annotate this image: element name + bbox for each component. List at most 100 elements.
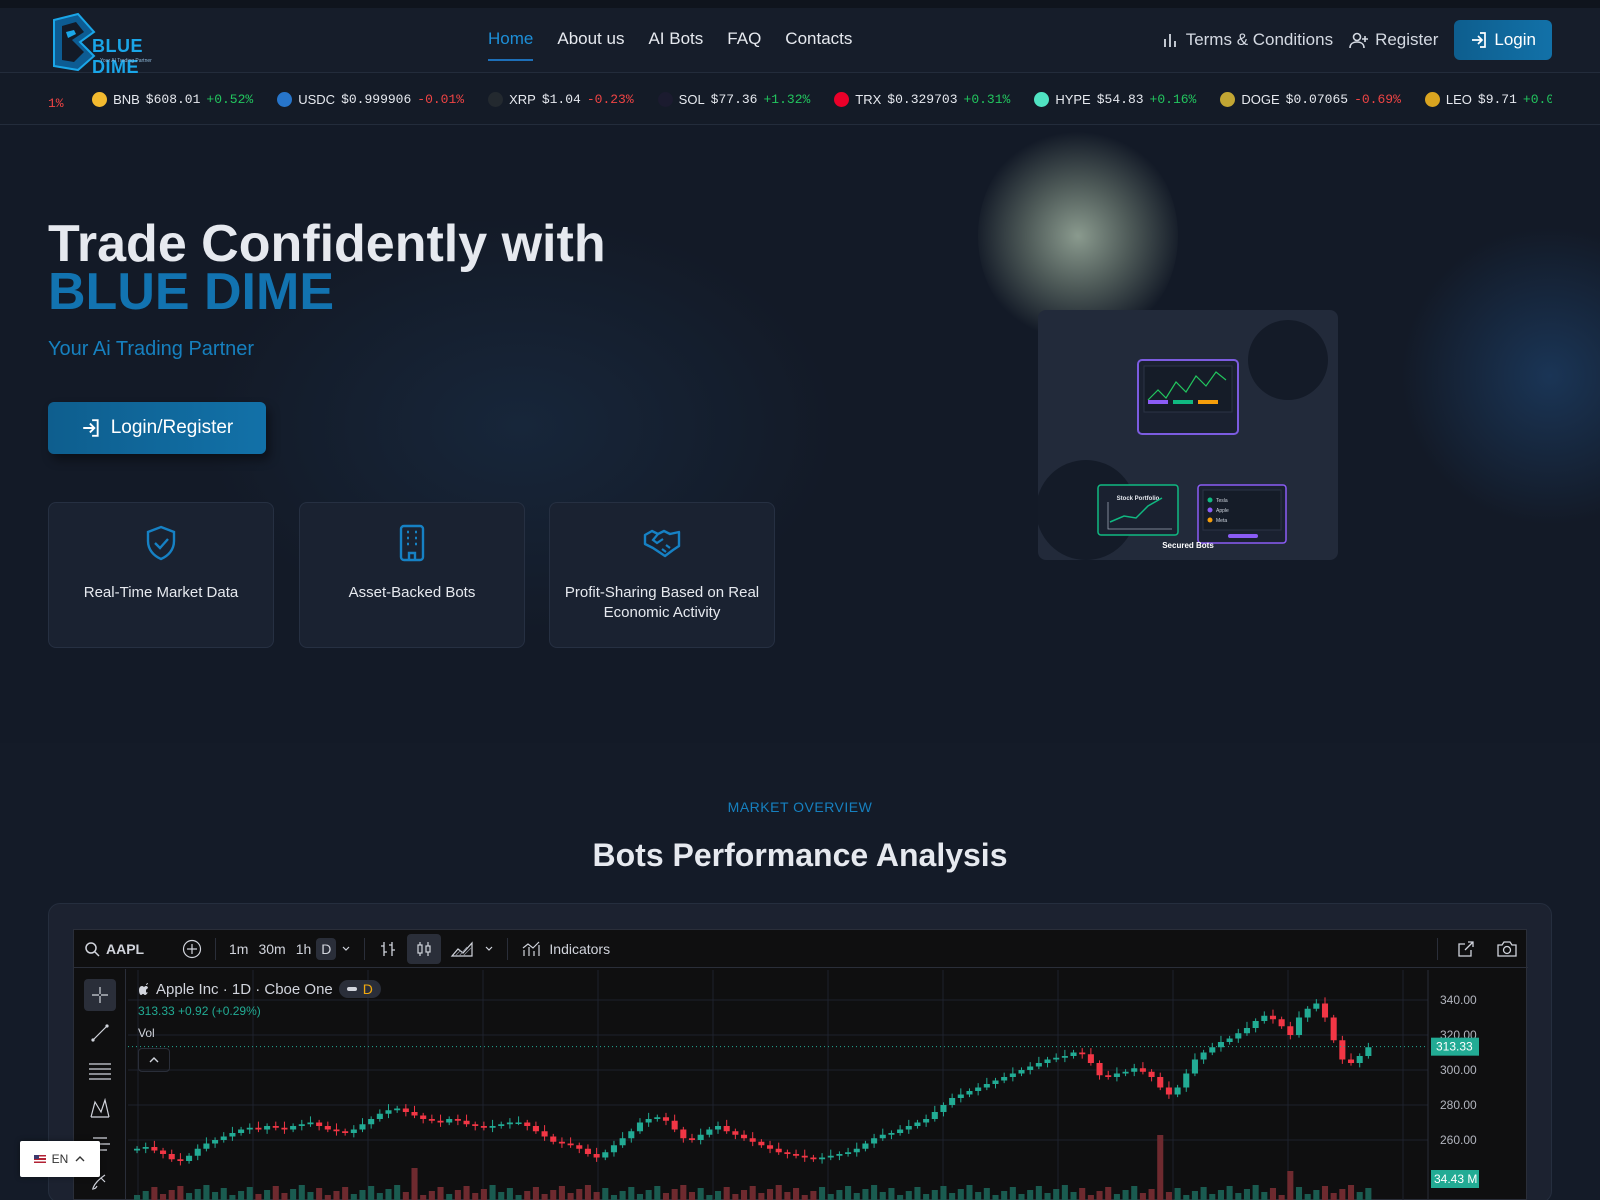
volume-bar xyxy=(454,1190,461,1200)
interval-d[interactable]: D xyxy=(316,937,337,960)
hero-tagline: Your Ai Trading Partner xyxy=(48,338,255,360)
ticker-item[interactable]: TRX $0.329703 +0.31% xyxy=(834,73,1010,124)
price-chart-area[interactable]: 340.00 320.00 300.00 280.00 260.00 313.33 34.4… xyxy=(128,970,1528,1200)
candle xyxy=(697,1134,704,1140)
market-title: Bots Performance Analysis xyxy=(592,837,1008,873)
candle xyxy=(350,1129,357,1133)
nav-home[interactable]: Home xyxy=(488,8,534,73)
candle xyxy=(793,1154,800,1156)
candle xyxy=(836,1154,843,1156)
volume-bar xyxy=(654,1186,661,1200)
candle xyxy=(619,1138,626,1146)
nav-ai-bots[interactable]: AI Bots xyxy=(648,8,703,73)
toolbar-divider xyxy=(364,937,366,960)
volume-bar xyxy=(758,1193,765,1200)
volume-bar xyxy=(888,1188,895,1200)
register-link[interactable]: Register xyxy=(1349,30,1438,50)
chart-type-dropdown[interactable] xyxy=(479,944,499,954)
symbol-search[interactable]: AAPL xyxy=(74,941,177,957)
candle xyxy=(827,1155,834,1158)
crosshair-tool[interactable] xyxy=(84,979,116,1011)
volume-bar xyxy=(619,1191,626,1200)
coin-icon xyxy=(488,91,504,107)
collapse-legend-button[interactable] xyxy=(138,1048,170,1072)
compare-button[interactable] xyxy=(177,939,207,959)
ticker-price: $0.999906 xyxy=(341,91,412,107)
chart-toolbar: AAPL 1m 30m 1h D Indicators xyxy=(74,930,1528,968)
external-link-icon xyxy=(1458,940,1474,957)
volume-bar xyxy=(420,1195,427,1200)
pattern-tool[interactable] xyxy=(84,1093,116,1125)
volume-bar xyxy=(1295,1187,1303,1200)
stock-portfolio-title: Stock Portfolio xyxy=(1117,496,1160,502)
ticker-item[interactable]: BNB $608.01 +0.52% xyxy=(92,73,253,124)
language-switcher[interactable]: EN xyxy=(20,1141,100,1177)
interval-30m[interactable]: 30m xyxy=(253,941,290,957)
portfolio-item: Tesla xyxy=(1216,498,1228,504)
nav-contacts[interactable]: Contacts xyxy=(785,8,852,73)
ticker-item[interactable]: HYPE $54.83 +0.16% xyxy=(1034,73,1196,124)
ticker-item[interactable]: XRP $1.04 -0.23% xyxy=(488,73,634,124)
ticker-item[interactable]: SOL $77.36 +1.32% xyxy=(657,73,810,124)
candle xyxy=(541,1131,548,1137)
candle xyxy=(359,1124,366,1130)
ticker-item[interactable]: DOGE $0.07065 -0.69% xyxy=(1220,73,1401,124)
volume-bar xyxy=(827,1194,834,1200)
nav-about[interactable]: About us xyxy=(557,8,624,73)
snapshot-button[interactable] xyxy=(1486,939,1528,959)
chevron-up-icon xyxy=(75,1156,85,1162)
tradingview-widget: AAPL 1m 30m 1h D Indicators 340.00 320.0… xyxy=(73,929,1528,1200)
candlestick-chart: 340.00320.00300.00280.00260.00313.3334.4… xyxy=(128,970,1479,1200)
open-fullscreen-button[interactable] xyxy=(1446,939,1486,959)
volume-bar xyxy=(1243,1189,1250,1200)
candle xyxy=(281,1127,288,1130)
volume-bar xyxy=(428,1191,435,1200)
trend-line-tool[interactable] xyxy=(84,1017,116,1049)
interval-1m[interactable]: 1m xyxy=(224,941,253,957)
login-register-button[interactable]: Login/Register xyxy=(48,402,266,454)
login-button[interactable]: Login xyxy=(1454,20,1552,60)
candle xyxy=(1131,1068,1138,1072)
candle-style-button[interactable] xyxy=(407,933,442,964)
volume-bar xyxy=(767,1189,774,1200)
volume-bar xyxy=(550,1190,557,1200)
volume-bar xyxy=(836,1190,843,1200)
candle xyxy=(463,1120,470,1125)
nav-faq[interactable]: FAQ xyxy=(727,8,761,73)
candle xyxy=(229,1133,236,1137)
handshake-icon xyxy=(643,529,681,558)
indicators-label: Indicators xyxy=(549,940,611,957)
interval-dropdown[interactable] xyxy=(336,944,356,954)
candle xyxy=(931,1112,938,1119)
volume-bar xyxy=(784,1192,791,1200)
area-style-button[interactable] xyxy=(445,939,479,959)
volume-bar xyxy=(940,1186,947,1200)
volume-bar xyxy=(845,1186,852,1200)
candle xyxy=(272,1126,279,1128)
ticker-symbol: DOGE xyxy=(1241,91,1280,107)
candle xyxy=(905,1126,912,1130)
market-status-pill[interactable]: D xyxy=(338,980,381,998)
candle xyxy=(1105,1075,1112,1077)
nav-links: Home About us AI Bots FAQ Contacts xyxy=(488,8,852,73)
volume-bar xyxy=(775,1185,782,1200)
ticker-item[interactable]: USDC $0.999906 -0.01% xyxy=(277,73,464,124)
logo[interactable]: BLUE DIME Your AI Trading Partner xyxy=(48,12,178,77)
bar-style-button[interactable] xyxy=(373,939,403,959)
terms-link[interactable]: Terms & Conditions xyxy=(1162,30,1333,50)
ticker-item[interactable]: LEO $9.71 +0.05% xyxy=(1424,73,1552,124)
volume-bar xyxy=(1157,1135,1164,1200)
feature-label: Asset-Backed Bots xyxy=(348,584,476,601)
symbol-label: AAPL xyxy=(106,940,145,957)
volume-bar xyxy=(723,1187,730,1200)
coin-icon xyxy=(1220,91,1236,107)
volume-bar xyxy=(801,1195,808,1200)
secured-bots-illustration: Stock Portfolio Tesla Apple Meta Secured… xyxy=(1036,320,1328,560)
register-label: Register xyxy=(1375,30,1439,49)
volume-bar xyxy=(246,1187,253,1200)
price-axis-label: 260.00 xyxy=(1440,1133,1477,1147)
indicators-button[interactable]: Indicators xyxy=(516,939,615,959)
fib-tool[interactable] xyxy=(84,1055,116,1087)
logo-text: BLUE DIME xyxy=(92,36,143,77)
interval-1h[interactable]: 1h xyxy=(291,941,317,957)
